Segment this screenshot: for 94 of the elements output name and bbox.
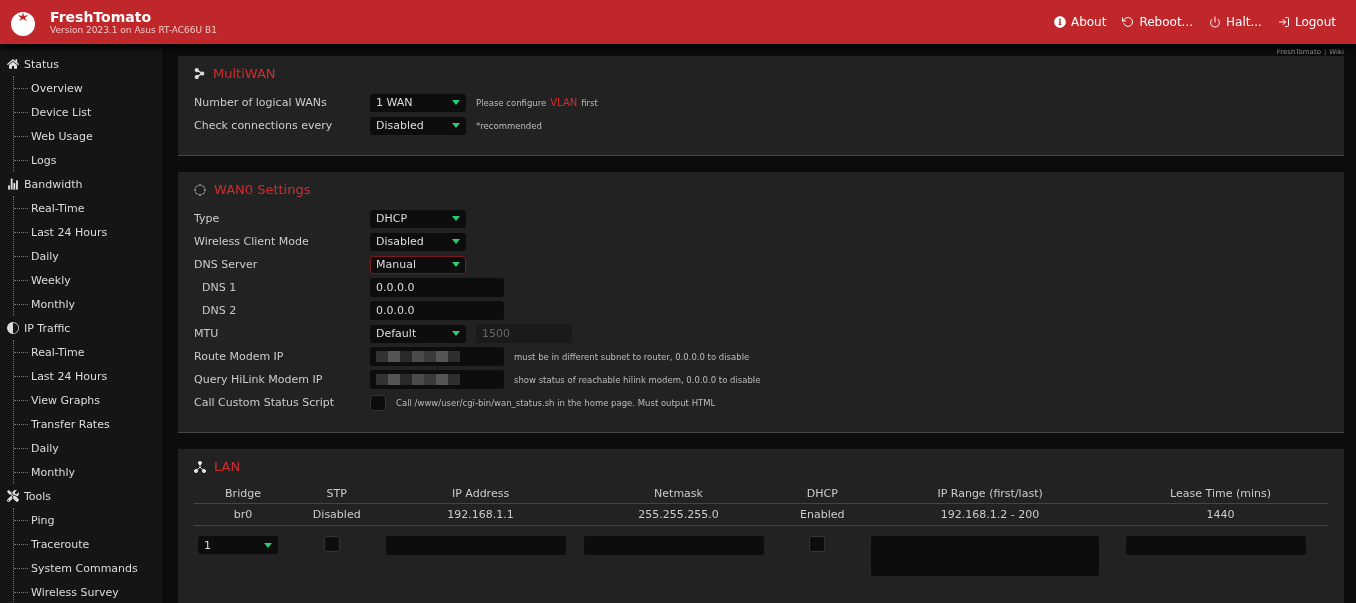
hint-text: Please configure (476, 97, 547, 108)
dropdown[interactable]: 1 WAN (370, 93, 466, 112)
section-title: MultiWAN (213, 66, 276, 81)
menu-item[interactable]: Daily (14, 244, 162, 268)
table-cell: 192.168.1.2 - 200 (867, 504, 1114, 526)
table-cell: 255.255.255.0 (579, 504, 778, 526)
menu-item[interactable]: Weekly (14, 268, 162, 292)
dashed-circle-icon (194, 183, 206, 196)
reboot-icon (1122, 16, 1135, 28)
hint-text: show status of reachable hilink modem, 0.0.0.0 to disable (514, 374, 761, 385)
dropdown[interactable]: DHCP (370, 209, 466, 228)
menu-item[interactable]: Monthly (14, 460, 162, 484)
menu-item[interactable]: Device List (14, 100, 162, 124)
column-header: Netmask (579, 484, 778, 504)
column-header: Bridge (194, 484, 292, 504)
caret-icon (452, 123, 460, 128)
column-header: Lease Time (mins) (1113, 484, 1328, 504)
hint-text: Call /www/user/cgi-bin/wan_status.sh in the home page. Must output HTML (396, 397, 716, 408)
input-field[interactable] (370, 370, 504, 389)
menu-item[interactable]: Transfer Rates (14, 412, 162, 436)
dropdown[interactable]: 1 (198, 536, 278, 554)
field-label: Number of logical WANs (194, 96, 328, 109)
field-label: DNS 1 (201, 281, 238, 294)
input-field[interactable]: 0.0.0.0 (370, 278, 504, 297)
menu-item[interactable]: Real-Time (14, 340, 162, 364)
table-cell: 1440 (1113, 504, 1328, 526)
field-label: Wireless Client Mode (194, 235, 310, 248)
header-link[interactable]: Logout (1277, 15, 1336, 29)
field-label: MTU (194, 327, 220, 340)
app-title: FreshTomato (50, 9, 153, 25)
version-text: Version 2023.1 on Asus RT-AC66U B1 (50, 25, 218, 35)
column-header: IP Address (381, 484, 580, 504)
dropdown[interactable]: Disabled (370, 232, 466, 251)
checkbox[interactable] (370, 394, 386, 411)
column-header: IP Range (first/last) (867, 484, 1114, 504)
hint-text: first (581, 97, 598, 108)
caret-icon (452, 262, 460, 267)
dropdown[interactable]: Disabled (370, 116, 466, 135)
field-label: Call Custom Status Script (194, 396, 336, 409)
network-icon (194, 460, 206, 473)
menu-group[interactable]: Status (0, 52, 162, 76)
section-title: WAN0 Settings (214, 182, 311, 197)
input-field[interactable]: 0.0.0.0 (370, 301, 504, 320)
caret-icon (264, 542, 272, 548)
hint-text: must be in different subnet to router, 0.0.0.0 to disable (514, 351, 750, 362)
header-link[interactable]: About (1053, 15, 1107, 29)
menu-item[interactable]: Last 24 Hours (14, 220, 162, 244)
section-title: LAN (214, 459, 241, 474)
home-icon (7, 58, 19, 70)
field-label: DNS Server (194, 258, 259, 271)
table-cell: Enabled (777, 504, 868, 526)
menu-group[interactable]: Tools (0, 484, 162, 508)
menu-item[interactable]: Wireless Survey (14, 580, 162, 603)
power-icon (1209, 16, 1222, 28)
field-label: DNS 2 (201, 304, 238, 317)
info-icon (1053, 16, 1066, 28)
menu-group[interactable]: IP Traffic (0, 316, 162, 340)
caret-icon (452, 239, 460, 244)
table-cell: Disabled (292, 504, 382, 526)
tools-icon (7, 490, 19, 502)
menu-item[interactable]: Daily (14, 436, 162, 460)
caret-icon (452, 216, 460, 221)
share-icon (194, 68, 205, 79)
menu-item[interactable]: Real-Time (14, 196, 162, 220)
table-cell: 192.168.1.1 (381, 504, 580, 526)
column-header: DHCP (777, 484, 868, 504)
menu-group[interactable]: Bandwidth (0, 172, 162, 196)
input-field[interactable] (370, 347, 504, 366)
header-link[interactable]: Reboot... (1122, 15, 1194, 29)
menu-item[interactable]: Logs (14, 148, 162, 172)
field-label: Type (194, 212, 221, 225)
menu-item[interactable]: Ping (14, 508, 162, 532)
field-label: Check connections every (194, 119, 334, 132)
menu-item[interactable]: Web Usage (14, 124, 162, 148)
dropdown[interactable]: Default (370, 324, 466, 343)
bar-chart-icon (7, 178, 19, 190)
field-label: Query HiLink Modem IP (194, 373, 324, 386)
caret-icon (452, 100, 460, 105)
menu-item[interactable]: View Graphs (14, 388, 162, 412)
header-link[interactable]: Halt... (1209, 15, 1262, 29)
caret-icon (452, 331, 460, 336)
menu-item[interactable]: Last 24 Hours (14, 364, 162, 388)
menu-item[interactable]: Traceroute (14, 532, 162, 556)
column-header: STP (292, 484, 382, 504)
dropdown[interactable]: Manual (370, 255, 466, 274)
table-cell: br0 (194, 504, 292, 526)
menu-item[interactable]: System Commands (14, 556, 162, 580)
field-label: Route Modem IP (194, 350, 285, 363)
checkbox[interactable] (809, 536, 826, 552)
menu-item[interactable]: Monthly (14, 292, 162, 316)
hint-text: *recommended (476, 120, 542, 131)
checkbox[interactable] (323, 536, 340, 552)
logout-icon (1277, 16, 1290, 28)
menu-item[interactable]: Overview (14, 76, 162, 100)
